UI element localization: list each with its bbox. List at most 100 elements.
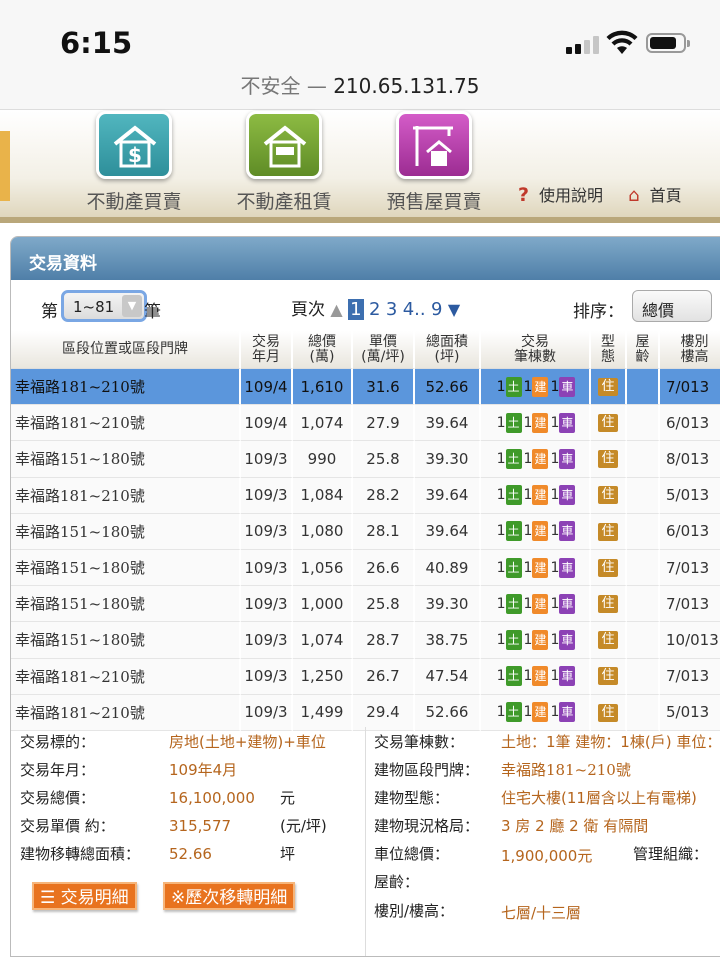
parking-tag: 車 <box>559 557 576 578</box>
parking-tag: 車 <box>559 376 576 397</box>
table-row[interactable]: 幸福路181~210號 109/3 1,499 29.4 52.66 1 土 1 建 1 車住 5/0… <box>11 694 720 731</box>
land-tag-count: 1 <box>496 414 506 431</box>
cell-address: 幸福路151~180號 <box>11 513 241 550</box>
cell-type: 住 <box>591 405 627 442</box>
page-link-current[interactable]: 1 <box>348 299 364 320</box>
table-row[interactable]: 幸福路151~180號 109/3 1,074 28.7 38.75 1 土 1 建 1 車住 10/… <box>11 622 720 659</box>
col-unit[interactable]: 單價 (萬/坪) <box>353 331 415 369</box>
next-page-icon[interactable]: ▼ <box>448 300 460 319</box>
transaction-detail-button[interactable]: ☰ 交易明細 <box>32 882 137 910</box>
history-transfer-button[interactable]: ※歷次移轉明細 <box>163 882 296 910</box>
cell-area: 39.30 <box>415 441 481 478</box>
building-tag: 建 <box>532 666 549 687</box>
cell-total: 1,499 <box>293 694 353 731</box>
cell-ym: 109/4 <box>241 405 293 442</box>
nav-item-presale[interactable]: 預售屋買賣 <box>364 111 504 214</box>
col-floor[interactable]: 樓別 樓高 <box>660 331 720 369</box>
col-total[interactable]: 總價 (萬) <box>293 331 353 369</box>
building-tag-count: 1 <box>523 704 533 721</box>
col-address[interactable]: 區段位置或區段門牌 <box>11 331 241 369</box>
cell-area: 47.54 <box>415 658 481 695</box>
banner-ground <box>0 217 720 223</box>
parking-tag: 車 <box>559 702 576 723</box>
cellular-signal-icon <box>566 36 602 54</box>
table-row[interactable]: 幸福路181~210號 109/4 1,074 27.9 39.64 1 土 1 建 1 車住 6/0… <box>11 405 720 442</box>
building-tag-count: 1 <box>523 378 533 395</box>
building-tag: 建 <box>532 557 549 578</box>
cell-area: 39.64 <box>415 477 481 514</box>
help-link[interactable]: ? 使用說明 <box>518 184 613 206</box>
nav-item-rent[interactable]: 不動產租賃 <box>214 111 354 214</box>
table-row[interactable]: 幸福路151~180號 109/3 1,080 28.1 39.64 1 土 1 建 1 車住 6/0… <box>11 513 720 550</box>
cell-unit: 26.6 <box>353 549 415 587</box>
table-row[interactable]: 幸福路151~180號 109/3 1,000 25.8 39.30 1 土 1 建 1 車住 7/0… <box>11 586 720 623</box>
table-row[interactable]: 幸福路181~210號 109/3 1,084 28.2 39.64 1 土 1 建 1 車住 5/0… <box>11 477 720 514</box>
sort-label: 排序： <box>573 302 624 322</box>
cell-address: 幸福路151~180號 <box>11 441 241 478</box>
cell-unit: 28.7 <box>353 622 415 659</box>
prev-page-icon[interactable]: ▲ <box>330 300 342 319</box>
col-type[interactable]: 型態 <box>591 331 627 369</box>
building-tag: 建 <box>532 448 549 469</box>
cell-total: 1,074 <box>293 405 353 442</box>
cell-type: 住 <box>591 658 627 695</box>
cell-count: 1土1建1車 <box>481 477 591 514</box>
cell-total: 1,610 <box>293 369 353 406</box>
land-tag-count: 1 <box>496 378 506 395</box>
col-age[interactable]: 屋齡 <box>627 331 660 369</box>
cell-floor: 5/013 <box>660 694 720 731</box>
cell-unit: 29.4 <box>353 694 415 731</box>
parking-tag-count: 1 <box>550 450 560 467</box>
land-tag-count: 1 <box>496 631 506 648</box>
table-row[interactable]: 幸福路181~210號 109/3 1,250 26.7 47.54 1 土 1 建 1 車住 7/0… <box>11 658 720 695</box>
range-suffix: 筆 <box>144 302 161 322</box>
building-tag-count: 1 <box>523 559 533 576</box>
page-label: 頁次 <box>291 300 325 320</box>
chevron-down-icon: ▼ <box>122 295 142 317</box>
page-link[interactable]: 2 <box>369 299 380 320</box>
building-tag-count: 1 <box>523 668 533 685</box>
cell-type: 住 <box>591 441 627 478</box>
detail-label: 車位總價： <box>374 845 450 863</box>
table-row[interactable]: 幸福路181~210號 109/4 1,610 31.6 52.66 1 土 1 建 1 車住 7/0… <box>11 369 720 406</box>
cell-area: 39.64 <box>415 513 481 550</box>
parking-tag: 車 <box>559 412 576 433</box>
range-select[interactable]: 1~81 ▼ <box>61 290 147 322</box>
nav-item-sale-label: 不動產買賣 <box>86 191 182 213</box>
cell-age <box>627 513 660 550</box>
col-area[interactable]: 總面積 (坪) <box>415 331 481 369</box>
page-link[interactable]: 3 <box>386 299 397 320</box>
cell-floor: 7/013 <box>660 549 720 587</box>
home-link[interactable]: ⌂ 首頁 <box>628 185 691 206</box>
detail-label: 交易年月： <box>20 761 96 779</box>
residential-tag: 住 <box>598 414 618 433</box>
land-tag: 土 <box>505 521 522 542</box>
page-link[interactable]: 4 <box>403 299 414 320</box>
detail-label: 交易筆棟數： <box>374 733 465 751</box>
page-link-last[interactable]: 9 <box>431 299 442 320</box>
land-tag-count: 1 <box>496 595 506 612</box>
detail-section: 交易標的： 房地(土地+建物)+車位 交易年月： 109年4月 交易總價： 16… <box>11 727 720 956</box>
table-header-row: 區段位置或區段門牌 交易 年月 總價 (萬) 單價 (萬/坪) 總面積 (坪) 交易 筆棟… <box>11 331 720 369</box>
building-tag: 建 <box>532 702 549 723</box>
parking-tag: 車 <box>559 593 576 614</box>
cell-ym: 109/3 <box>241 513 293 550</box>
table-row[interactable]: 幸福路151~180號 109/3 1,056 26.6 40.89 1 土 1 建 1 車住 7/0… <box>11 549 720 587</box>
building-tag: 建 <box>532 376 549 397</box>
col-count[interactable]: 交易 筆棟數 <box>481 331 591 369</box>
address-bar[interactable]: 不安全 — 210.65.131.75 <box>0 70 720 99</box>
detail-label: 建物型態： <box>374 789 450 807</box>
col-ym[interactable]: 交易 年月 <box>241 331 293 369</box>
detail-value: 七層/十三層 <box>501 904 582 922</box>
land-tag: 土 <box>505 702 522 723</box>
sort-select[interactable]: 總價 <box>632 290 712 322</box>
question-icon: ? <box>518 184 530 206</box>
detail-label: 管理組織： <box>633 845 709 863</box>
cell-type: 住 <box>591 622 627 659</box>
parking-tag: 車 <box>559 521 576 542</box>
crane-house-icon <box>396 111 472 179</box>
table-row[interactable]: 幸福路151~180號 109/3 990 25.8 39.30 1 土 1 建 1 車住 8/013 <box>11 441 720 478</box>
residential-tag: 住 <box>598 667 618 686</box>
cell-area: 39.30 <box>415 586 481 623</box>
nav-item-sale[interactable]: $ 不動產買賣 <box>64 111 204 214</box>
